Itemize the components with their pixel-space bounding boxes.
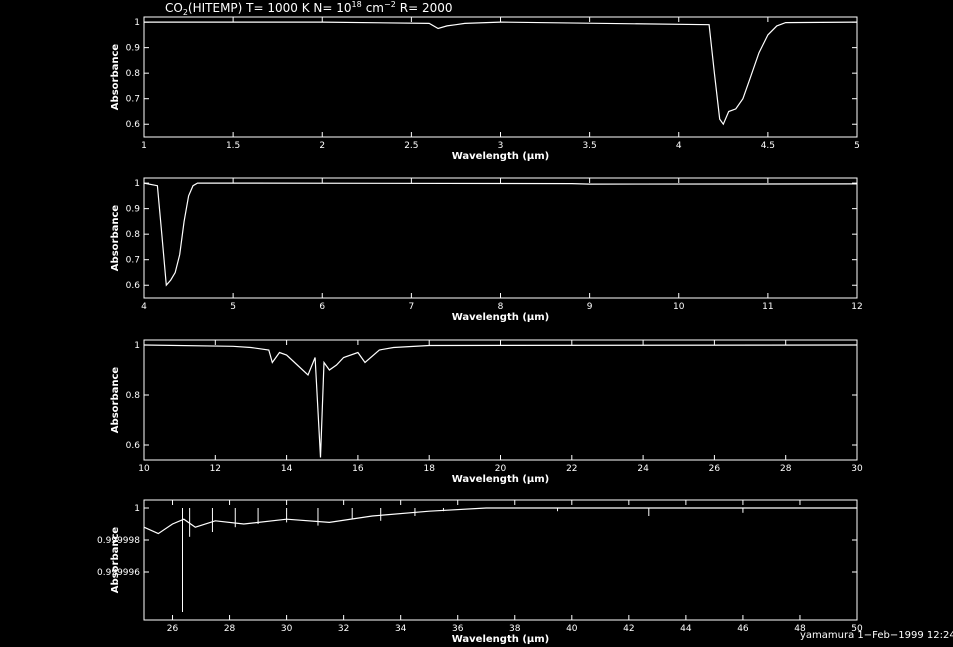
x-tick-label: 32 — [338, 624, 349, 634]
x-tick-label: 3.5 — [582, 141, 596, 151]
plot-frame — [143, 177, 858, 299]
x-tick-label: 14 — [281, 464, 293, 474]
y-tick-label: 0.7 — [126, 256, 140, 266]
y-tick-label: 0.7 — [126, 95, 140, 105]
spectrum-line — [143, 344, 858, 458]
plot-frame — [143, 339, 858, 461]
x-tick-label: 1.5 — [226, 141, 240, 151]
x-tick-label: 44 — [680, 624, 692, 634]
x-tick-label: 5 — [230, 302, 236, 312]
y-tick-label: 0.9 — [126, 205, 141, 215]
spectra-figure: CO2(HITEMP) T= 1000 K N= 1018 cm−2 R= 2000… — [97, 0, 953, 645]
x-tick-label: 16 — [352, 464, 364, 474]
x-tick-label: 3 — [498, 141, 504, 151]
x-tick-label: 11 — [762, 302, 773, 312]
x-tick-label: 36 — [452, 624, 464, 634]
y-tick-label: 0.8 — [126, 230, 141, 240]
x-tick-label: 26 — [709, 464, 721, 474]
x-tick-label: 1 — [141, 141, 147, 151]
x-tick-label: 20 — [495, 464, 507, 474]
x-tick-label: 38 — [509, 624, 521, 634]
y-axis-label: Absorbance — [110, 367, 121, 434]
spectrum-line — [143, 507, 857, 535]
spectrum-line — [144, 21, 858, 126]
y-axis-label: Absorbance — [110, 205, 121, 272]
x-axis-label: Wavelength (μm) — [452, 474, 550, 485]
y-tick-label: 0.9 — [126, 44, 141, 54]
chart-panel-4: 26 28 30 32 34 36 38 40 42 44 46 48 500.9999960.9999… — [97, 499, 863, 645]
y-tick-label: 1 — [134, 179, 140, 189]
x-tick-label: 26 — [167, 624, 179, 634]
x-tick-label: 46 — [737, 624, 749, 634]
chart-panel-1: 1 1.5 2 2.5 3 3.5 4 4.5 5 0.6 0.7 0.8 0.9 1 Wavelength… — [110, 16, 860, 162]
y-tick-label: 0.8 — [126, 391, 141, 401]
x-axis-label: Wavelength (μm) — [452, 634, 550, 645]
x-tick-label: 10 — [673, 302, 685, 312]
y-tick-label: 0.6 — [126, 441, 141, 451]
plot-frame — [143, 499, 858, 621]
x-tick-label: 30 — [851, 464, 863, 474]
x-tick-label: 30 — [281, 624, 293, 634]
y-tick-label: 0.8 — [126, 69, 141, 79]
y-tick-label: 1 — [134, 18, 140, 28]
x-tick-label: 4.5 — [761, 141, 775, 151]
x-tick-label: 9 — [587, 302, 593, 312]
chart-panel-3: 10 12 14 16 18 20 22 24 26 28 30 0.6 0.8 1 Wavelength … — [110, 339, 863, 485]
x-axis-label: Wavelength (μm) — [452, 151, 550, 162]
x-tick-label: 28 — [224, 624, 236, 634]
y-tick-label: 0.6 — [126, 120, 141, 130]
chart-panel-2: 4 5 6 7 8 9 10 11 12 0.6 0.7 0.8 0.9 1 Wavelength (μm)… — [110, 177, 863, 323]
spectrum-line — [143, 182, 858, 287]
x-tick-label: 5 — [854, 141, 860, 151]
x-tick-label: 18 — [423, 464, 435, 474]
x-tick-label: 24 — [637, 464, 649, 474]
x-tick-label: 40 — [566, 624, 578, 634]
x-tick-label: 10 — [138, 464, 150, 474]
x-tick-label: 12 — [851, 302, 862, 312]
x-tick-label: 28 — [780, 464, 792, 474]
footer-credit: yamamura 1−Feb−1999 12:24 — [800, 630, 953, 641]
x-tick-label: 4 — [676, 141, 682, 151]
x-tick-label: 34 — [395, 624, 407, 634]
x-tick-label: 6 — [319, 302, 325, 312]
x-tick-label: 2.5 — [404, 141, 418, 151]
y-tick-label: 0.6 — [126, 281, 141, 291]
y-axis-label: Absorbance — [110, 527, 121, 594]
y-tick-label: 1 — [134, 504, 140, 514]
figure-title: CO2(HITEMP) T= 1000 K N= 1018 cm−2 R= 2000 — [165, 0, 453, 17]
x-tick-label: 4 — [141, 302, 147, 312]
x-tick-label: 22 — [566, 464, 577, 474]
x-tick-label: 8 — [498, 302, 504, 312]
x-tick-label: 42 — [623, 624, 634, 634]
x-tick-label: 2 — [319, 141, 325, 151]
y-axis-label: Absorbance — [110, 44, 121, 111]
chart-panels: 1 1.5 2 2.5 3 3.5 4 4.5 5 0.6 0.7 0.8 0.9 1 Wavelength… — [97, 16, 863, 645]
x-tick-label: 12 — [210, 464, 221, 474]
x-axis-label: Wavelength (μm) — [452, 312, 550, 323]
y-tick-label: 1 — [134, 341, 140, 351]
x-tick-label: 7 — [409, 302, 415, 312]
